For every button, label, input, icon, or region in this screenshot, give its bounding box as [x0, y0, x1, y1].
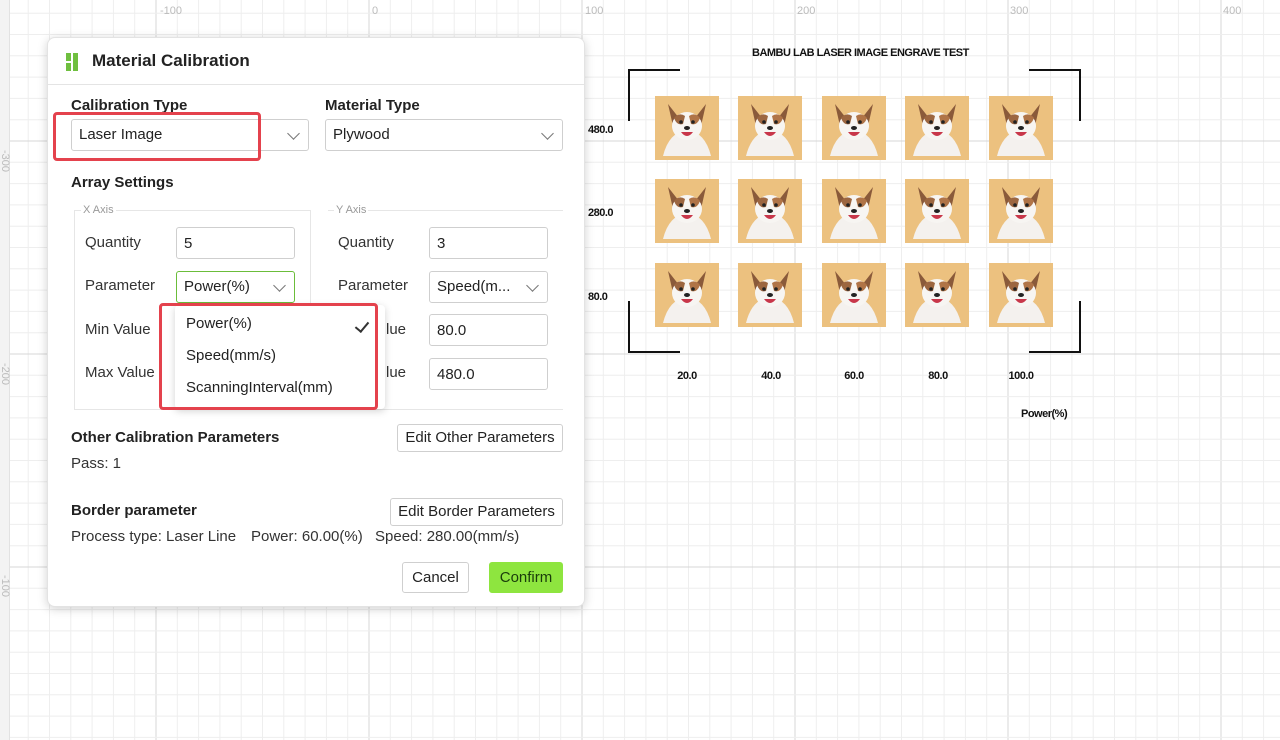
- border-process-text: Process type: Laser Line: [71, 528, 237, 545]
- y-max-input[interactable]: 480.0: [429, 358, 548, 390]
- dialog-title: Material Calibration: [92, 51, 250, 70]
- row-label: 280.0: [588, 207, 614, 219]
- y-max-label: lue: [386, 364, 407, 381]
- dog-image-tile: [655, 96, 719, 160]
- ruler-left-label: -200: [0, 362, 12, 386]
- dog-image-tile: [989, 96, 1053, 160]
- dog-image-tile: [822, 263, 886, 327]
- dog-image-tile: [655, 179, 719, 243]
- dog-image-tile: [905, 179, 969, 243]
- border-power-text: Power: 60.00(%): [251, 528, 363, 545]
- array-settings-label: Array Settings: [71, 174, 174, 191]
- y-parameter-label: Parameter: [338, 277, 409, 294]
- dog-image-tile: [655, 263, 719, 327]
- chevron-down-icon: [541, 127, 554, 140]
- dog-image-tile: [905, 96, 969, 160]
- pass-text: Pass: 1: [71, 455, 122, 472]
- y-axis-caption: Y Axis: [334, 204, 369, 216]
- y-quantity-label: Quantity: [338, 234, 394, 251]
- x-axis-name: Power(%): [1021, 408, 1068, 420]
- x-min-label: Min Value: [85, 321, 151, 338]
- edit-other-params-button[interactable]: Edit Other Parameters: [397, 424, 563, 452]
- border-param-label: Border parameter: [71, 502, 197, 519]
- y-parameter-select[interactable]: Speed(m...: [429, 271, 548, 303]
- col-label: 80.0: [928, 370, 948, 382]
- x-quantity-label: Quantity: [85, 234, 141, 251]
- confirm-button[interactable]: Confirm: [489, 562, 563, 593]
- col-label: 20.0: [677, 370, 697, 382]
- dog-image-tile: [989, 263, 1053, 327]
- ruler-top-label: 200: [797, 5, 816, 17]
- y-min-input[interactable]: 80.0: [429, 314, 548, 346]
- dog-image-tile: [738, 179, 802, 243]
- dog-image-tile: [905, 263, 969, 327]
- ruler-top-label: 100: [585, 5, 604, 17]
- x-parameter-value: Power(%): [184, 278, 250, 295]
- edit-border-params-button[interactable]: Edit Border Parameters: [390, 498, 563, 526]
- dog-image-tile: [822, 179, 886, 243]
- y-quantity-input[interactable]: 3: [429, 227, 548, 259]
- row-label: 80.0: [588, 291, 608, 303]
- material-type-select[interactable]: Plywood: [325, 119, 563, 151]
- dialog-header: Material Calibration: [48, 38, 584, 85]
- border-speed-text: Speed: 280.00(mm/s): [375, 528, 520, 545]
- row-label: 480.0: [588, 124, 614, 136]
- chevron-down-icon: [273, 279, 286, 292]
- ruler-top-label: 300: [1010, 5, 1029, 17]
- dog-image-tile: [989, 179, 1053, 243]
- x-parameter-select[interactable]: Power(%): [176, 271, 295, 303]
- ruler-left-label: -100: [0, 574, 12, 598]
- chevron-down-icon: [287, 127, 300, 140]
- material-type-label: Material Type: [325, 97, 420, 114]
- col-label: 40.0: [761, 370, 781, 382]
- highlight-box: [159, 303, 378, 410]
- ruler-top-label: 400: [1223, 5, 1242, 17]
- preview-title: BAMBU LAB LASER IMAGE ENGRAVE TEST: [752, 47, 969, 59]
- chevron-down-icon: [526, 279, 539, 292]
- dog-image-tile: [738, 263, 802, 327]
- x-parameter-label: Parameter: [85, 277, 156, 294]
- dog-image-tile: [738, 96, 802, 160]
- y-parameter-value: Speed(m...: [437, 278, 511, 295]
- ruler-top-label: 0: [372, 5, 379, 17]
- x-max-label: Max Value: [85, 364, 155, 381]
- bambu-logo-icon: [66, 53, 79, 71]
- x-axis-caption: X Axis: [81, 204, 116, 216]
- col-label: 100.0: [1008, 370, 1034, 382]
- other-params-label: Other Calibration Parameters: [71, 429, 280, 446]
- highlight-box: [53, 112, 261, 161]
- material-type-value: Plywood: [333, 126, 390, 143]
- dog-image-tile: [822, 96, 886, 160]
- cancel-button[interactable]: Cancel: [402, 562, 469, 593]
- col-label: 60.0: [844, 370, 864, 382]
- y-min-label: lue: [386, 321, 407, 338]
- ruler-top-label: -100: [160, 5, 183, 17]
- ruler-left-label: -300: [0, 149, 12, 173]
- x-quantity-input[interactable]: 5: [176, 227, 295, 259]
